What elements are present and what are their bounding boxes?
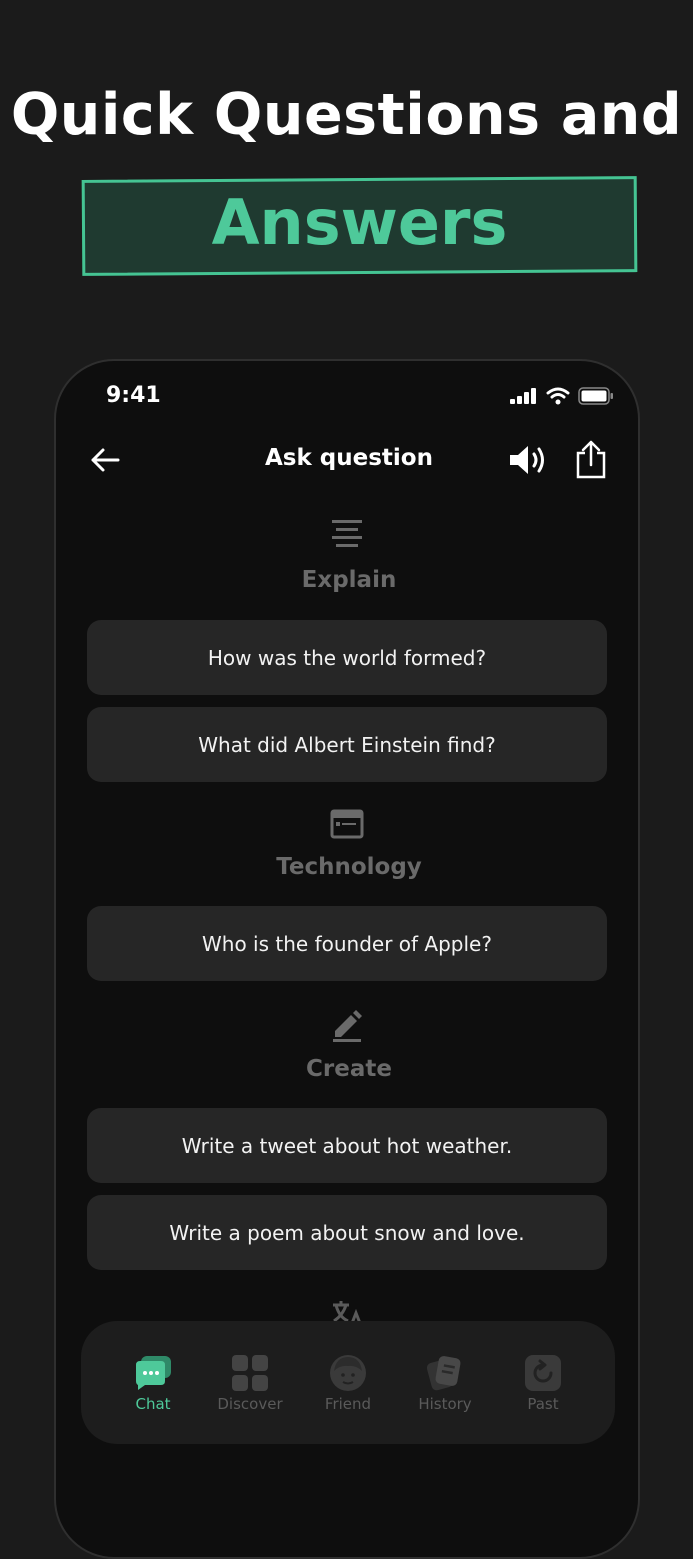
question-card[interactable]: Write a poem about snow and love. — [87, 1195, 607, 1270]
section-title-technology: Technology — [276, 854, 422, 880]
tab-label: Discover — [217, 1395, 283, 1413]
chat-bubble-icon — [136, 1356, 171, 1390]
tab-label: Friend — [324, 1395, 372, 1413]
grid-icon — [232, 1355, 268, 1391]
tab-discover[interactable]: Discover — [205, 1353, 295, 1413]
section-title-explain: Explain — [301, 567, 397, 593]
tab-past[interactable]: Past — [498, 1353, 588, 1413]
wifi-icon — [546, 387, 570, 405]
battery-icon — [578, 387, 613, 405]
tab-chat[interactable]: Chat — [108, 1353, 198, 1413]
status-time: 9:41 — [106, 383, 161, 408]
tab-history[interactable]: History — [400, 1353, 490, 1413]
pencil-icon — [333, 1010, 362, 1042]
tab-label: History — [418, 1395, 472, 1413]
phone-frame: 9:41 Ask question Explain How was the wo… — [54, 359, 640, 1559]
tab-label: Past — [527, 1395, 559, 1413]
question-card[interactable]: What did Albert Einstein find? — [87, 707, 607, 782]
bottom-tab-bar: Chat Discover Friend History Past — [81, 1321, 615, 1444]
share-icon[interactable] — [574, 439, 608, 479]
hero-title-line1: Quick Questions and — [10, 82, 683, 148]
hero-title-line2: Answers — [211, 186, 508, 259]
cards-icon — [426, 1356, 461, 1391]
page-title: Ask question — [265, 445, 433, 471]
question-card[interactable]: Write a tweet about hot weather. — [87, 1108, 607, 1183]
tab-friend[interactable]: Friend — [303, 1353, 393, 1413]
section-title-create: Create — [306, 1056, 392, 1082]
signal-icon — [510, 388, 536, 404]
status-icons — [510, 387, 614, 405]
refresh-icon — [525, 1355, 561, 1391]
avatar-face-icon — [330, 1355, 366, 1391]
lines-icon — [332, 520, 362, 547]
speaker-icon[interactable] — [508, 443, 548, 477]
browser-window-icon — [330, 809, 364, 839]
tab-label: Chat — [135, 1395, 171, 1413]
question-card[interactable]: How was the world formed? — [87, 620, 607, 695]
question-card[interactable]: Who is the founder of Apple? — [87, 906, 607, 981]
